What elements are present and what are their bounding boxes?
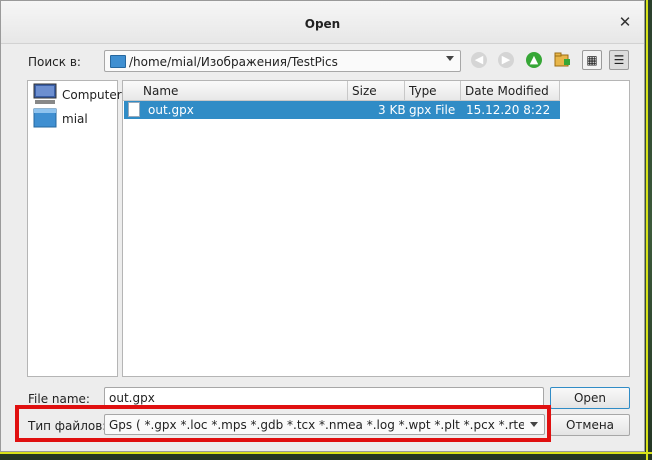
- file-icon: [128, 102, 140, 117]
- chevron-down-icon: [446, 56, 454, 61]
- up-button[interactable]: ▲: [526, 52, 542, 68]
- look-in-combo[interactable]: /home/mial/Изображения/TestPics: [104, 50, 461, 72]
- new-folder-icon[interactable]: [554, 52, 571, 67]
- file-type-cell: gpx File: [409, 103, 456, 117]
- column-header-name[interactable]: Name: [123, 81, 348, 101]
- sidebar-item-label: mial: [62, 112, 88, 126]
- title-bar[interactable]: Open ✕: [1, 1, 644, 44]
- open-dialog: Open ✕ Поиск в: /home/mial/Изображения/T…: [0, 0, 645, 452]
- arrow-right-icon: ▶: [501, 53, 511, 66]
- highlight-box: [15, 405, 551, 442]
- file-name-label: File name:: [28, 392, 90, 406]
- arrow-up-icon: ▲: [529, 53, 539, 66]
- cancel-button[interactable]: Отмена: [550, 414, 630, 436]
- list-view-icon: ▦: [586, 53, 598, 67]
- dialog-title: Open: [304, 17, 341, 31]
- computer-icon: [33, 83, 57, 104]
- folder-icon: [33, 108, 57, 128]
- forward-button[interactable]: ▶: [498, 52, 514, 68]
- detail-view-button[interactable]: ☰: [609, 50, 629, 70]
- detail-view-icon: ☰: [613, 53, 625, 67]
- look-in-path: /home/mial/Изображения/TestPics: [129, 55, 338, 69]
- file-date-cell: 15.12.20 8:22: [466, 103, 551, 117]
- close-icon[interactable]: ✕: [618, 15, 632, 30]
- file-list: Name Size Type Date Modified out.gpx 3 K…: [122, 80, 630, 377]
- table-row[interactable]: out.gpx 3 KB gpx File 15.12.20 8:22: [124, 101, 560, 119]
- sidebar-item-label: Computer: [62, 88, 122, 102]
- column-header-size[interactable]: Size: [348, 81, 405, 101]
- file-name-cell: out.gpx: [148, 103, 194, 117]
- column-header-date[interactable]: Date Modified: [461, 81, 560, 101]
- list-view-button[interactable]: ▦: [582, 50, 602, 70]
- map-border-line: [0, 452, 652, 454]
- look-in-label: Поиск в:: [28, 55, 81, 69]
- arrow-left-icon: ◀: [474, 53, 484, 66]
- open-button[interactable]: Open: [550, 387, 630, 409]
- places-sidebar: Computer mial: [27, 80, 122, 377]
- map-border-line: [646, 0, 648, 460]
- column-header-type[interactable]: Type: [405, 81, 461, 101]
- back-button[interactable]: ◀: [471, 52, 487, 68]
- folder-icon: [110, 55, 126, 68]
- file-size-cell: 3 KB: [378, 103, 406, 117]
